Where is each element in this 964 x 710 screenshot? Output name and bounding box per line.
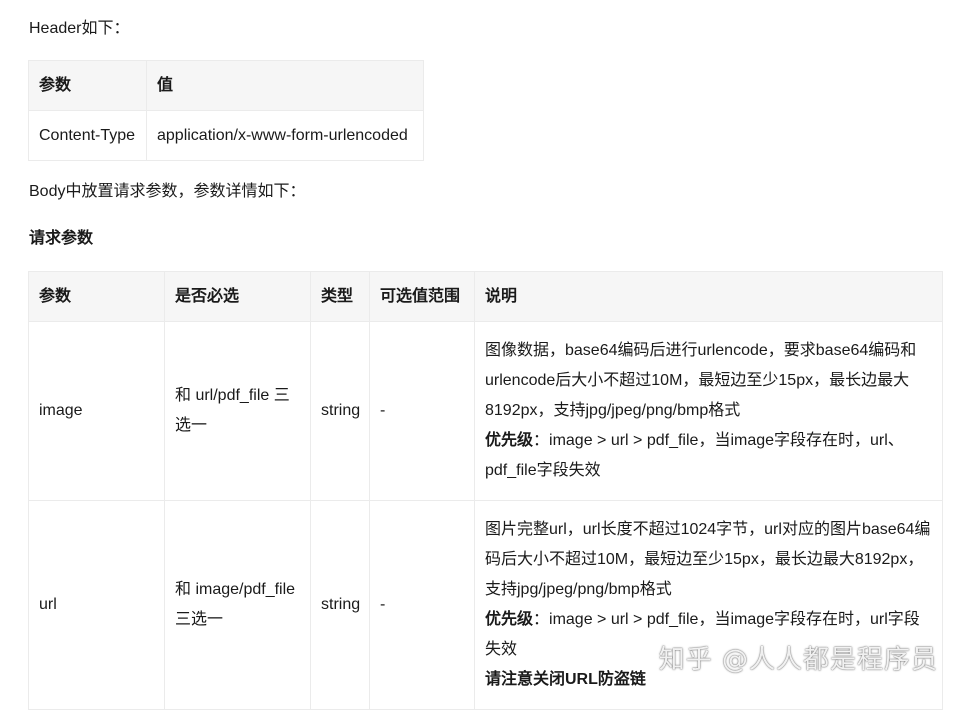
table-row: Content-Type application/x-www-form-urle… [28, 110, 424, 161]
priority-text: ：image > url > pdf_file，当image字段存在时，url、… [485, 432, 904, 479]
request-params-heading: 请求参数 [29, 230, 94, 247]
param-required-cell: 和 url/pdf_file 三选一 [164, 321, 311, 501]
param-description-cell: 图片完整url，url长度不超过1024字节，url对应的图片base64编码后… [474, 500, 943, 710]
params-table-head-row: 参数 是否必选 类型 可选值范围 说明 [28, 271, 943, 322]
table-row: image 和 url/pdf_file 三选一 string - 图像数据，b… [28, 321, 943, 501]
column-header-required: 是否必选 [164, 271, 311, 322]
body-intro-text: Body中放置请求参数，参数详情如下： [29, 183, 306, 200]
header-intro-text: Header如下： [29, 20, 130, 37]
priority-label: 优先级 [485, 611, 534, 628]
header-name-cell: Content-Type [28, 110, 147, 161]
column-header-type: 类型 [310, 271, 370, 322]
param-name-cell: url [28, 500, 165, 710]
description-text: 图像数据，base64编码后进行urlencode，要求base64编码和url… [485, 342, 917, 419]
param-range-cell: - [369, 321, 475, 501]
watermark: 知乎 @人人都是程序员 [658, 645, 938, 675]
column-header-param: 参数 [28, 60, 147, 111]
column-header-param: 参数 [28, 271, 165, 322]
param-range-cell: - [369, 500, 475, 710]
param-name-cell: image [28, 321, 165, 501]
column-header-description: 说明 [474, 271, 943, 322]
header-table-head-row: 参数 值 [28, 60, 424, 111]
param-type-cell: string [310, 500, 370, 710]
param-type-cell: string [310, 321, 370, 501]
column-header-range: 可选值范围 [369, 271, 475, 322]
param-description-cell: 图像数据，base64编码后进行urlencode，要求base64编码和url… [474, 321, 943, 501]
priority-line: 优先级：image > url > pdf_file，当image字段存在时，u… [485, 426, 932, 486]
description-text: 图片完整url，url长度不超过1024字节，url对应的图片base64编码后… [485, 521, 931, 598]
priority-label: 优先级 [485, 432, 534, 449]
column-header-value: 值 [146, 60, 424, 111]
header-value-cell: application/x-www-form-urlencoded [146, 110, 424, 161]
param-required-cell: 和 image/pdf_file 三选一 [164, 500, 311, 710]
header-table: 参数 值 Content-Type application/x-www-form… [28, 60, 424, 161]
table-row: url 和 image/pdf_file 三选一 string - 图片完整ur… [28, 500, 943, 710]
